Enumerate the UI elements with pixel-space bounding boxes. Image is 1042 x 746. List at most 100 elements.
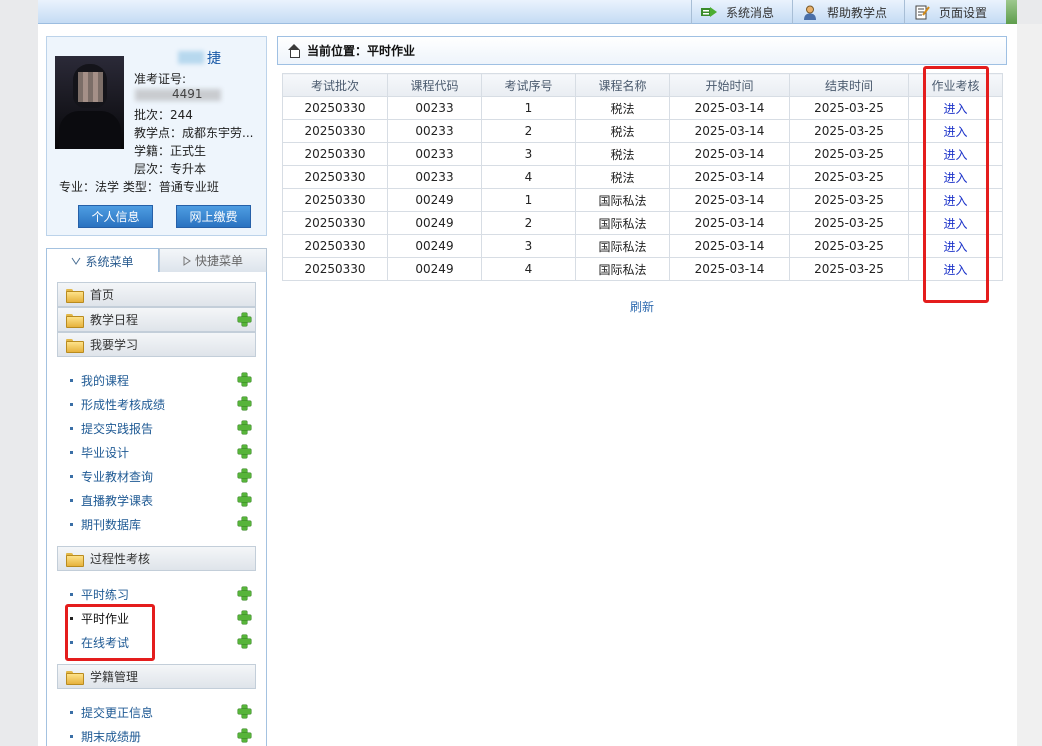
menu-item-journal-database[interactable]: 期刊数据库 — [70, 515, 256, 533]
folder-icon — [66, 338, 84, 353]
menu-item-live-schedule[interactable]: 直播教学课表 — [70, 491, 256, 509]
table-cell: 2025-03-25 — [789, 96, 909, 120]
menu-item-label: 提交实践报告 — [81, 421, 154, 436]
menu-item-regular-practice[interactable]: 平时练习 — [70, 585, 256, 603]
menu-item-label: 平时练习 — [81, 587, 130, 602]
table-cell: 2025-03-14 — [669, 257, 790, 281]
table-cell: 2025-03-25 — [789, 188, 909, 212]
table-cell: 税法 — [575, 96, 670, 120]
add-shortcut-plus-icon[interactable] — [238, 729, 251, 742]
add-shortcut-plus-icon[interactable] — [238, 469, 251, 482]
table-cell: 2025-03-14 — [669, 234, 790, 258]
menu-section-study-label: 我要学习 — [90, 338, 139, 352]
table-cell: 2025-03-25 — [789, 142, 909, 166]
table-cell: 00249 — [387, 257, 482, 281]
add-shortcut-plus-icon[interactable] — [238, 611, 251, 624]
online-payment-button[interactable]: 网上缴费 — [176, 205, 251, 228]
column-header: 课程代码 — [387, 73, 482, 97]
table-row: 20250330 00249 4 国际私法 2025-03-14 2025-03-25 进入 — [282, 257, 1003, 281]
table-row: 20250330 00249 3 国际私法 2025-03-14 2025-03-25 进入 — [282, 234, 1003, 258]
menu-section-study[interactable]: 我要学习 — [57, 332, 256, 357]
folder-icon — [66, 313, 84, 328]
menu-item-label: 提交更正信息 — [81, 705, 154, 720]
table-cell: 1 — [481, 188, 576, 212]
menu-item-label: 期末成绩册 — [81, 729, 142, 744]
table-cell: 2025-03-14 — [669, 142, 790, 166]
breadcrumb: 当前位置：平时作业 — [277, 36, 1007, 65]
menu-section-home[interactable]: 首页 — [57, 282, 256, 307]
personal-info-button[interactable]: 个人信息 — [78, 205, 153, 228]
column-header: 课程名称 — [575, 73, 670, 97]
menu-tabs: 系统菜单 快捷菜单 — [46, 248, 267, 273]
major-type-text: 专业：法学 类型：普通专业班 — [59, 180, 219, 194]
table-cell: 2025-03-14 — [669, 211, 790, 235]
menu-item-submit-correction[interactable]: 提交更正信息 — [70, 703, 256, 721]
table-cell: 00249 — [387, 234, 482, 258]
vertical-scrollbar[interactable] — [1017, 24, 1042, 746]
page-settings-button[interactable]: 页面设置 — [904, 0, 1006, 24]
exam-id-label: 准考证号: — [134, 72, 187, 86]
column-header: 考试序号 — [481, 73, 576, 97]
expand-plus-icon[interactable] — [238, 313, 251, 326]
tab-system-menu[interactable]: 系统菜单 — [46, 248, 159, 273]
menu-section-records[interactable]: 学籍管理 — [57, 664, 256, 689]
add-shortcut-plus-icon[interactable] — [238, 421, 251, 434]
table-cell: 00233 — [387, 119, 482, 143]
tab-quick-menu[interactable]: 快捷菜单 — [159, 248, 267, 273]
table-row: 20250330 00233 1 税法 2025-03-14 2025-03-25 进入 — [282, 96, 1003, 120]
table-cell: 20250330 — [282, 257, 388, 281]
add-shortcut-plus-icon[interactable] — [238, 445, 251, 458]
student-name: 捷 — [207, 51, 221, 67]
add-shortcut-plus-icon[interactable] — [238, 397, 251, 410]
add-shortcut-plus-icon[interactable] — [238, 705, 251, 718]
status-text: 学籍：正式生 — [134, 144, 207, 158]
table-cell: 20250330 — [282, 165, 388, 189]
level-text: 层次：专升本 — [134, 162, 207, 176]
table-row: 20250330 00249 2 国际私法 2025-03-14 2025-03-25 进入 — [282, 211, 1003, 235]
menu-item-label: 我的课程 — [81, 373, 130, 388]
menu-section-process-label: 过程性考核 — [90, 552, 151, 566]
menu-item-label: 形成性考核成绩 — [81, 397, 166, 412]
add-shortcut-plus-icon[interactable] — [238, 517, 251, 530]
toolbar-scroll-handle[interactable] — [1006, 0, 1017, 24]
menu-item-label: 毕业设计 — [81, 445, 130, 460]
user-help-icon — [801, 4, 819, 20]
menu-section-schedule[interactable]: 教学日程 — [57, 307, 256, 332]
page-settings-label: 页面设置 — [939, 5, 988, 20]
name-redaction — [178, 51, 204, 64]
refresh-link[interactable]: 刷新 — [630, 298, 654, 315]
table-cell: 2 — [481, 119, 576, 143]
menu-item-graduation-design[interactable]: 毕业设计 — [70, 443, 256, 461]
table-cell: 国际私法 — [575, 188, 670, 212]
menu-item-formative-scores[interactable]: 形成性考核成绩 — [70, 395, 256, 413]
table-cell: 00249 — [387, 188, 482, 212]
table-cell: 2025-03-25 — [789, 257, 909, 281]
add-shortcut-plus-icon[interactable] — [238, 373, 251, 386]
menu-item-practice-report[interactable]: 提交实践报告 — [70, 419, 256, 437]
table-cell: 20250330 — [282, 119, 388, 143]
menu-item-my-courses[interactable]: 我的课程 — [70, 371, 256, 389]
system-message-button[interactable]: 系统消息 — [691, 0, 792, 24]
message-icon — [700, 4, 718, 20]
menu-item-textbook-query[interactable]: 专业教材查询 — [70, 467, 256, 485]
table-cell: 20250330 — [282, 96, 388, 120]
menu-item-label: 专业教材查询 — [81, 469, 154, 484]
help-teaching-point-button[interactable]: 帮助教学点 — [792, 0, 904, 24]
chevron-down-icon — [72, 257, 81, 265]
table-cell: 税法 — [575, 165, 670, 189]
folder-icon — [66, 670, 84, 685]
menu-section-process[interactable]: 过程性考核 — [57, 546, 256, 571]
table-row: 20250330 00233 2 税法 2025-03-14 2025-03-25 进入 — [282, 119, 1003, 143]
column-header: 结束时间 — [789, 73, 909, 97]
table-cell: 2025-03-25 — [789, 234, 909, 258]
table-cell: 2025-03-25 — [789, 165, 909, 189]
chevron-right-icon — [183, 255, 191, 266]
add-shortcut-plus-icon[interactable] — [238, 493, 251, 506]
table-row: 20250330 00233 3 税法 2025-03-14 2025-03-25 进入 — [282, 142, 1003, 166]
table-cell: 2025-03-14 — [669, 188, 790, 212]
add-shortcut-plus-icon[interactable] — [238, 587, 251, 600]
menu-section-schedule-label: 教学日程 — [90, 313, 139, 327]
add-shortcut-plus-icon[interactable] — [238, 635, 251, 648]
menu-item-final-scores[interactable]: 期末成绩册 — [70, 727, 256, 745]
table-cell: 4 — [481, 165, 576, 189]
